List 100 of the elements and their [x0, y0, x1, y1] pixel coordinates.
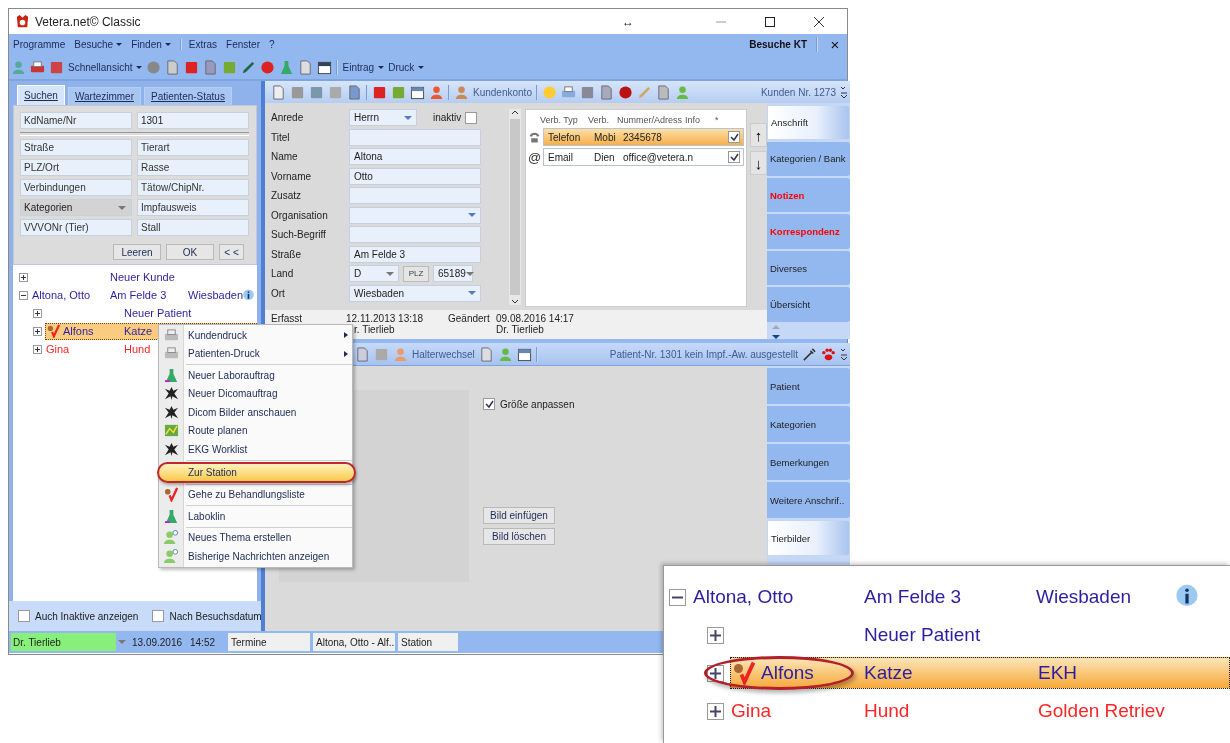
- input-field[interactable]: Altona: [349, 148, 481, 166]
- close-button[interactable]: ×: [827, 36, 843, 53]
- tile-icon[interactable]: [184, 59, 200, 75]
- menu-item[interactable]: Extras: [179, 39, 218, 50]
- tab[interactable]: Patienten-Status: [144, 87, 232, 105]
- round-icon[interactable]: [617, 84, 633, 100]
- category-dropdown[interactable]: Kategorien: [20, 199, 132, 216]
- document-icon[interactable]: [655, 84, 671, 100]
- expand-icon[interactable]: [33, 308, 42, 318]
- menu-item[interactable]: Patienten-Druck: [159, 344, 352, 363]
- menu-item[interactable]: Neuer Dicomauftrag: [159, 384, 352, 403]
- expand-icon[interactable]: [19, 272, 28, 282]
- search-button[interactable]: Leeren: [113, 244, 161, 260]
- menu-item[interactable]: Fenster: [226, 39, 260, 50]
- country-dropdown[interactable]: D: [349, 265, 399, 283]
- dropdown-field[interactable]: Wiesbaden: [349, 284, 481, 302]
- column-header[interactable]: Verb. Typ: [540, 115, 588, 125]
- menu-item[interactable]: Gehe zu Behandlungsliste: [159, 485, 352, 504]
- tree-item-name[interactable]: Alfons: [63, 325, 94, 337]
- search-field[interactable]: Rasse: [137, 159, 249, 176]
- menu-item[interactable]: Bisherige Nachrichten anzeigen: [159, 547, 352, 566]
- tile-icon[interactable]: [372, 84, 387, 100]
- input-field[interactable]: [349, 128, 481, 146]
- menu-item[interactable]: EKG Worklist: [159, 440, 352, 459]
- tile-icon[interactable]: [309, 84, 324, 100]
- checkbox[interactable]: [728, 151, 740, 163]
- checkbox[interactable]: [728, 131, 740, 143]
- search-field[interactable]: Straße: [20, 139, 132, 156]
- person-icon[interactable]: [674, 84, 690, 100]
- tree-item-name[interactable]: Alfons: [761, 662, 814, 684]
- checkbox[interactable]: [465, 111, 478, 124]
- menu-item[interactable]: Zur Station: [157, 461, 356, 483]
- side-tab[interactable]: Kategorien: [767, 406, 850, 442]
- customer-account-button[interactable]: Kundenkonto: [454, 83, 532, 101]
- tree-item-name[interactable]: Altona, Otto: [32, 289, 91, 301]
- menu-item[interactable]: Laboklin: [159, 507, 352, 526]
- owner-change-button[interactable]: Halterwechsel: [412, 345, 475, 363]
- calendar-icon[interactable]: [317, 59, 333, 75]
- search-field[interactable]: Stall: [137, 219, 249, 236]
- contact-row[interactable]: Telefon Mobi 2345678: [543, 128, 744, 146]
- printer-icon[interactable]: [560, 84, 576, 100]
- tile-icon[interactable]: [374, 346, 389, 362]
- syringe-icon[interactable]: [802, 346, 817, 362]
- scroll-arrows-icon[interactable]: [771, 323, 781, 339]
- search-field[interactable]: Verbindungen: [20, 179, 132, 196]
- checkbox[interactable]: [18, 610, 30, 622]
- pen-icon[interactable]: [241, 59, 257, 75]
- menu-item[interactable]: Programme: [13, 39, 66, 50]
- zip-button[interactable]: PLZ: [403, 265, 429, 282]
- menu-item[interactable]: ?: [269, 39, 275, 50]
- document-icon[interactable]: [598, 84, 614, 100]
- search-field[interactable]: PLZ/Ort: [20, 159, 132, 176]
- checkbox[interactable]: [483, 398, 495, 410]
- input-field[interactable]: [349, 226, 481, 244]
- input-field[interactable]: [349, 187, 481, 205]
- column-header[interactable]: Info: [685, 115, 715, 125]
- image-button[interactable]: Bild einfügen: [483, 507, 555, 524]
- side-tab[interactable]: Kategorien / Bank: [767, 141, 850, 176]
- tree-item-name[interactable]: Gina: [46, 343, 70, 355]
- menu-item[interactable]: Dicom Bilder anschauen: [159, 403, 352, 422]
- round-icon[interactable]: [260, 59, 276, 75]
- expand-icon[interactable]: [707, 702, 724, 720]
- entry-menu-button[interactable]: Eintrag: [342, 58, 385, 76]
- document-icon[interactable]: [478, 346, 494, 362]
- tile-icon[interactable]: [579, 84, 595, 100]
- tile-icon[interactable]: [49, 59, 64, 75]
- search-field[interactable]: Impfausweis: [137, 199, 249, 216]
- menu-item[interactable]: Finden: [131, 39, 171, 50]
- scroll-up-icon[interactable]: [511, 109, 519, 115]
- column-header[interactable]: *: [715, 115, 725, 125]
- quick-view-button[interactable]: Schnellansicht: [68, 58, 143, 76]
- printer-icon[interactable]: [30, 59, 45, 75]
- search-button[interactable]: < <: [219, 244, 244, 260]
- input-field[interactable]: Otto: [349, 167, 481, 185]
- tree-item-name[interactable]: Altona, Otto: [693, 586, 794, 608]
- document-icon[interactable]: [203, 59, 219, 75]
- input-field[interactable]: Am Felde 3: [349, 245, 481, 263]
- image-button[interactable]: Bild löschen: [483, 528, 555, 545]
- column-header[interactable]: Nummer/Adress: [617, 115, 685, 125]
- document-icon[interactable]: [271, 84, 286, 100]
- menu-item[interactable]: Neuer Laborauftrag: [159, 366, 352, 385]
- scroll-down-icon[interactable]: [511, 299, 519, 305]
- search-field[interactable]: KdName/Nr: [20, 112, 132, 129]
- menu-item[interactable]: Route planen: [159, 421, 352, 440]
- column-header[interactable]: Verb.: [588, 115, 617, 125]
- move-down-button[interactable]: ↓: [750, 151, 767, 175]
- side-tab[interactable]: Übersicht: [767, 287, 850, 322]
- dropdown-field[interactable]: Herrn: [349, 109, 417, 127]
- search-button[interactable]: OK: [166, 244, 214, 260]
- tile-icon[interactable]: [328, 84, 343, 100]
- info-icon[interactable]: [242, 288, 255, 302]
- tile-icon[interactable]: [290, 84, 305, 100]
- calendar-icon[interactable]: [410, 84, 425, 100]
- overflow-icon[interactable]: [840, 85, 848, 99]
- tile-icon[interactable]: [222, 59, 238, 75]
- menu-item[interactable]: Neues Thema erstellen: [159, 528, 352, 547]
- search-field[interactable]: 1301: [137, 112, 249, 129]
- print-menu-button[interactable]: Druck: [388, 58, 425, 76]
- overflow-icon[interactable]: [840, 347, 848, 361]
- document-icon[interactable]: [355, 346, 370, 362]
